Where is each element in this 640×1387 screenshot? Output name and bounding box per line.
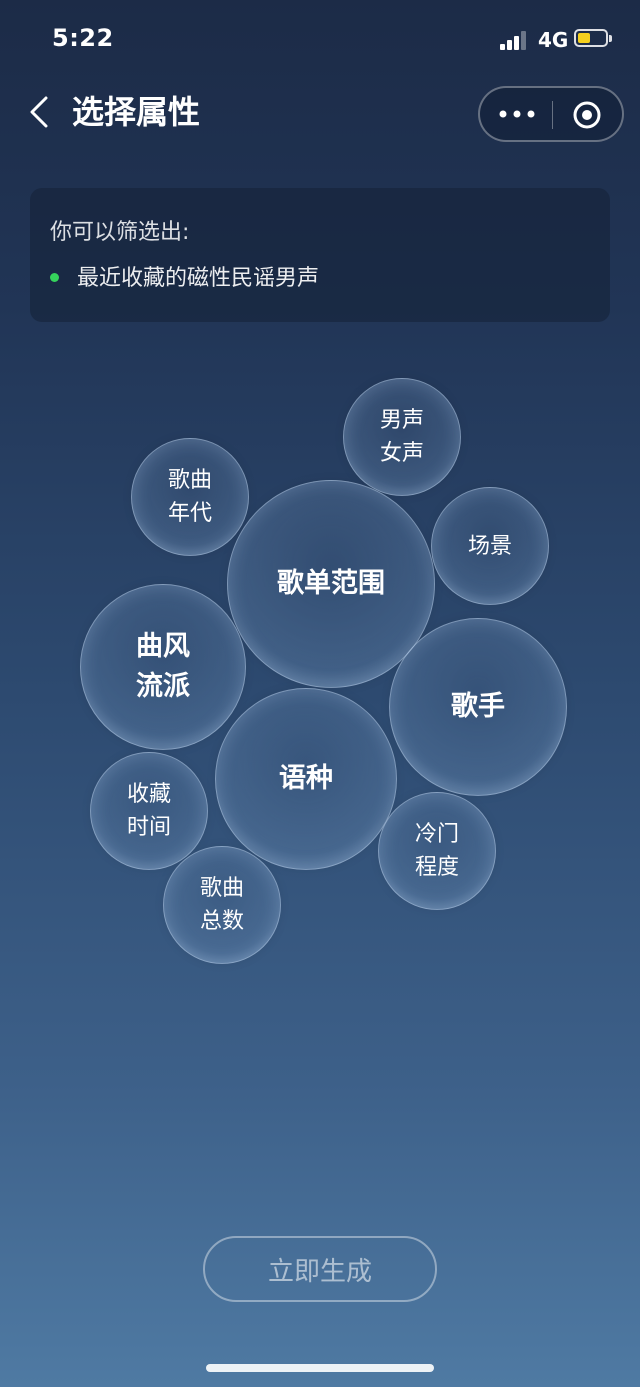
- bubble-collect-time[interactable]: 收藏 时间: [90, 752, 208, 870]
- bubble-scene[interactable]: 场景: [431, 487, 549, 605]
- bubble-song-count[interactable]: 歌曲 总数: [163, 846, 281, 964]
- more-icon[interactable]: [496, 100, 538, 128]
- network-label: 4G: [538, 28, 569, 52]
- generate-button[interactable]: 立即生成: [203, 1236, 437, 1302]
- summary-item: 最近收藏的磁性民谣男声: [50, 260, 319, 292]
- bubble-label: 曲风 流派: [136, 630, 190, 703]
- bubble-obscurity[interactable]: 冷门 程度: [378, 792, 496, 910]
- bubble-label: 歌单范围: [277, 567, 385, 599]
- filter-summary-card: 你可以筛选出: 最近收藏的磁性民谣男声: [30, 188, 610, 322]
- close-icon[interactable]: [572, 100, 602, 130]
- bubble-label: 歌曲 总数: [199, 876, 244, 934]
- green-dot-icon: [50, 272, 59, 282]
- bubble-label: 冷门 程度: [414, 822, 459, 880]
- home-indicator: [206, 1364, 434, 1372]
- bubble-label: 场景: [467, 533, 512, 559]
- back-icon[interactable]: [22, 92, 62, 132]
- status-time: 5:22: [52, 24, 114, 52]
- status-bar: 5:22 4G: [0, 0, 640, 80]
- bubble-artist[interactable]: 歌手: [389, 618, 567, 796]
- bubble-language[interactable]: 语种: [215, 688, 397, 870]
- mini-program-capsule: [478, 86, 624, 142]
- bubble-label: 男声 女声: [379, 408, 424, 466]
- bubble-genre[interactable]: 曲风 流派: [80, 584, 246, 750]
- summary-heading: 你可以筛选出:: [50, 220, 190, 245]
- bubble-label: 收藏 时间: [126, 782, 171, 840]
- bubble-label: 语种: [279, 762, 333, 794]
- bubble-label: 歌曲 年代: [167, 468, 212, 526]
- bubble-label: 歌手: [451, 690, 505, 722]
- battery-icon: [574, 29, 612, 47]
- signal-icon: [500, 30, 530, 50]
- bubble-gender[interactable]: 男声 女声: [343, 378, 461, 496]
- page-title: 选择属性: [72, 93, 201, 131]
- summary-item-text: 最近收藏的磁性民谣男声: [77, 266, 320, 291]
- capsule-divider: [552, 101, 553, 129]
- bubble-song-era[interactable]: 歌曲 年代: [131, 438, 249, 556]
